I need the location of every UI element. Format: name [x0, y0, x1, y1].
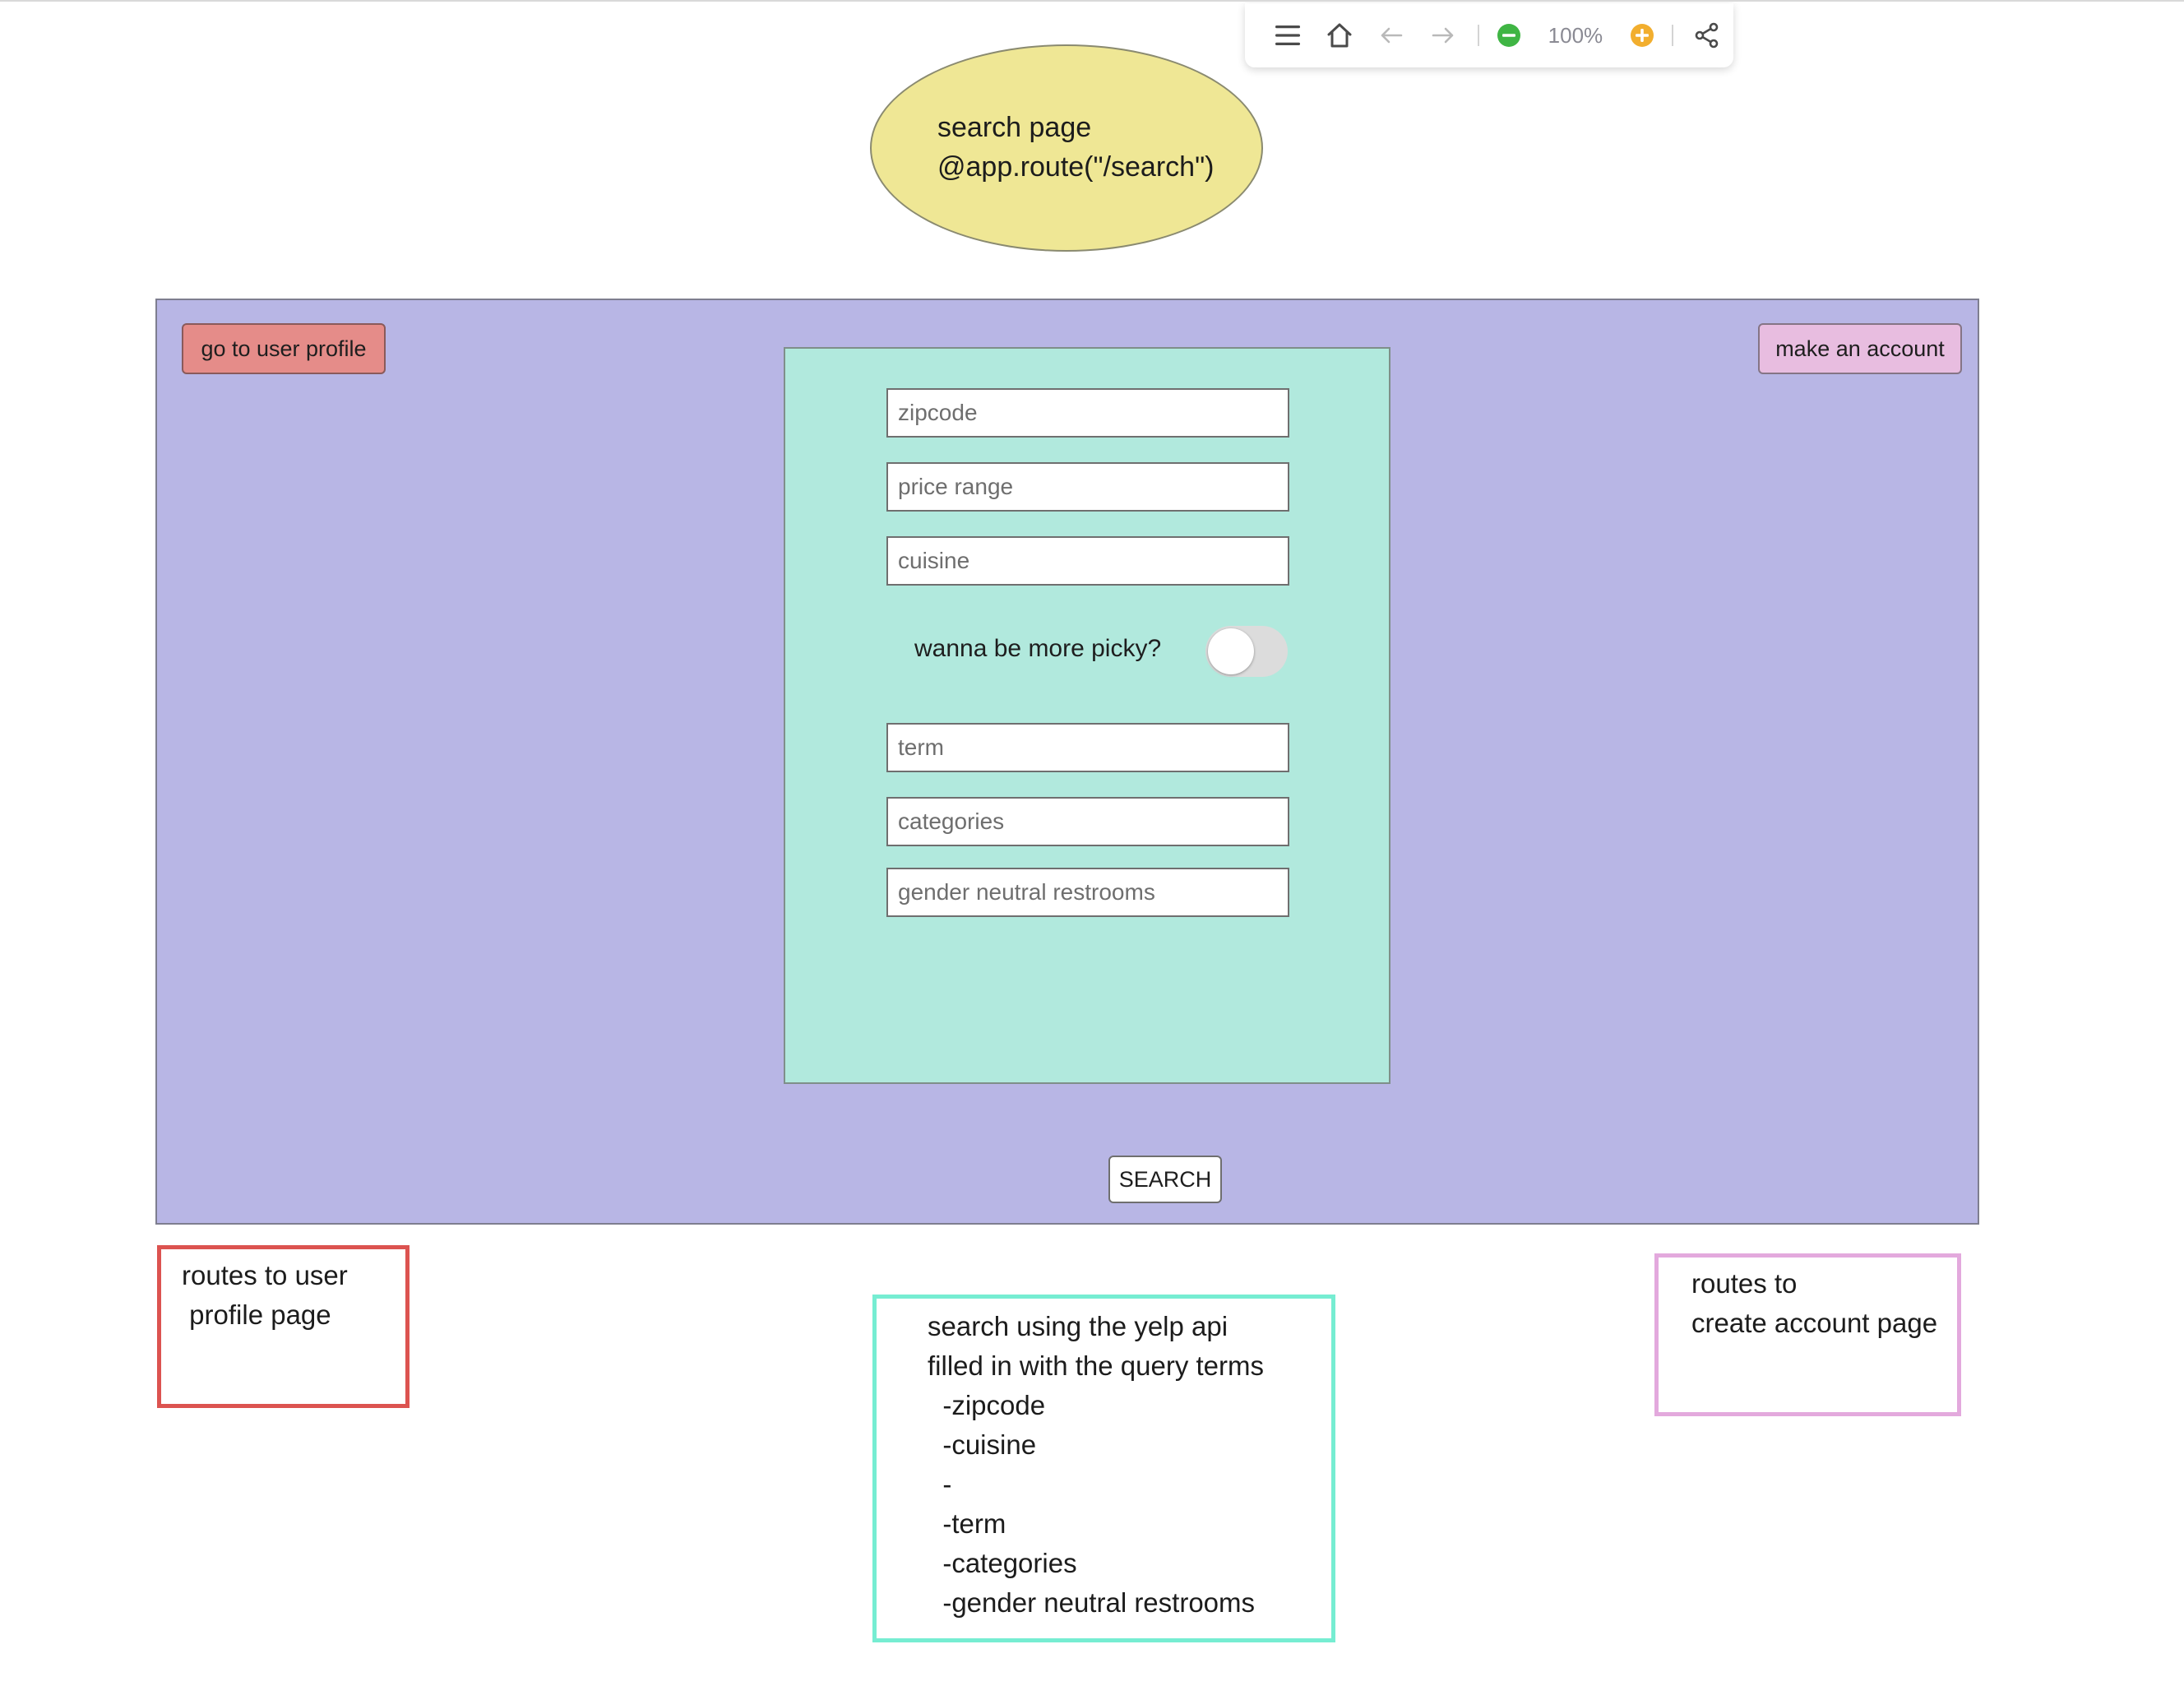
home-icon[interactable]: [1313, 9, 1365, 62]
zipcode-input[interactable]: [886, 388, 1289, 438]
toolbar-separator: [1671, 25, 1673, 46]
zoom-out-icon[interactable]: [1488, 9, 1529, 62]
page-title-node: search page @app.route("/search"): [870, 44, 1263, 252]
toggle-knob: [1208, 628, 1254, 674]
term-input[interactable]: [886, 723, 1289, 772]
forward-arrow-icon[interactable]: [1418, 9, 1469, 62]
gender-neutral-restrooms-input[interactable]: [886, 868, 1289, 917]
back-arrow-icon[interactable]: [1366, 9, 1418, 62]
share-icon[interactable]: [1682, 9, 1733, 62]
go-to-profile-button[interactable]: go to user profile: [182, 323, 386, 374]
page-title: search page: [937, 112, 1092, 143]
diagram-canvas: 100% search page @app.route("/search") g…: [0, 0, 2184, 1686]
account-route-note-text: routes to create account page: [1691, 1268, 1938, 1338]
price-range-input[interactable]: [886, 462, 1289, 512]
picky-toggle[interactable]: [1205, 626, 1288, 677]
search-page-mockup: go to user profile make an account wanna…: [155, 299, 1979, 1225]
picky-toggle-label: wanna be more picky?: [914, 635, 1162, 662]
account-route-note: routes to create account page: [1654, 1253, 1961, 1416]
profile-route-note-text: routes to user profile page: [182, 1260, 348, 1330]
toolbar-separator: [1478, 25, 1480, 46]
make-account-button[interactable]: make an account: [1758, 323, 1962, 374]
search-button[interactable]: SEARCH: [1108, 1156, 1222, 1203]
zoom-in-icon[interactable]: [1621, 9, 1663, 62]
search-api-note-text: search using the yelp api filled in with…: [928, 1311, 1265, 1618]
categories-input[interactable]: [886, 797, 1289, 846]
cuisine-input[interactable]: [886, 536, 1289, 586]
profile-route-note: routes to user profile page: [157, 1245, 410, 1408]
search-form-panel: wanna be more picky?: [784, 347, 1390, 1084]
search-api-note: search using the yelp api filled in with…: [872, 1295, 1335, 1642]
menu-icon[interactable]: [1261, 9, 1313, 62]
viewer-toolbar: 100%: [1245, 3, 1733, 67]
zoom-level: 100%: [1548, 22, 1603, 48]
route-label: @app.route("/search"): [937, 151, 1215, 183]
